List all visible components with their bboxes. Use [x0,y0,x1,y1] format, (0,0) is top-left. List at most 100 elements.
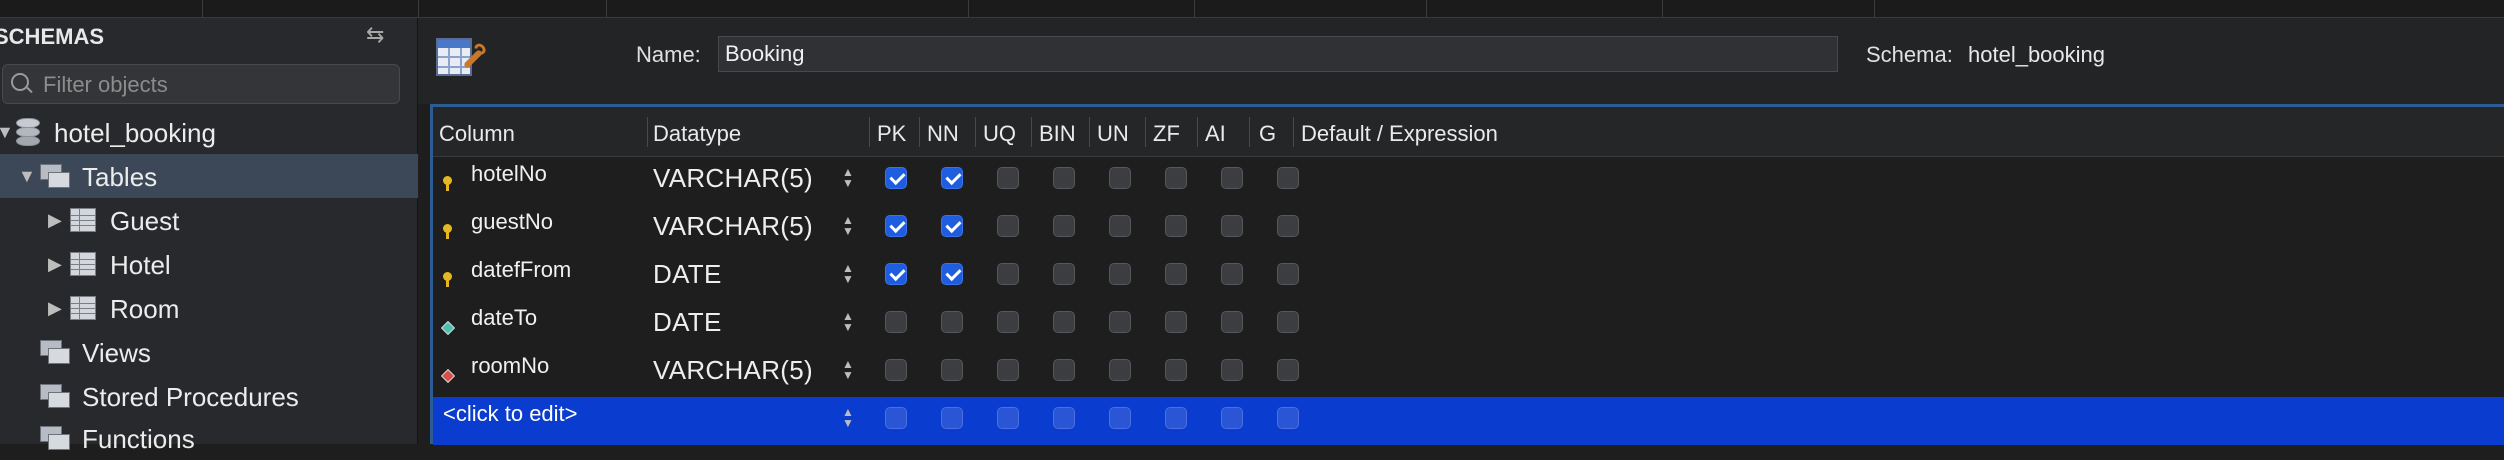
tree-item-functions[interactable]: Functions [0,416,418,460]
bin-checkbox[interactable] [1053,167,1075,189]
nn-checkbox[interactable] [941,359,963,381]
tree-item-guest[interactable]: ▶ Guest [0,198,418,242]
header-un[interactable]: UN [1097,121,1129,147]
header-bin[interactable]: BIN [1039,121,1076,147]
ai-checkbox[interactable] [1221,311,1243,333]
g-checkbox[interactable] [1277,359,1299,381]
tree-item-stored-procedures[interactable]: Stored Procedures [0,374,418,418]
disclosure-collapsed-icon[interactable]: ▶ [48,298,62,319]
bin-checkbox[interactable] [1053,359,1075,381]
pk-checkbox[interactable] [885,311,907,333]
table-name-input[interactable] [718,36,1838,72]
filter-objects-input[interactable] [41,71,385,99]
bin-checkbox[interactable] [1053,311,1075,333]
un-checkbox[interactable] [1109,215,1131,237]
column-row[interactable]: hotelNo VARCHAR(5) ▲ ▼ [433,157,2504,205]
ai-checkbox[interactable] [1221,407,1243,429]
tree-item-views[interactable]: Views [0,330,418,374]
column-name[interactable]: datefFrom [471,257,571,283]
bin-checkbox[interactable] [1053,215,1075,237]
header-datatype[interactable]: Datatype [653,121,741,147]
column-row[interactable]: guestNo VARCHAR(5) ▲ ▼ [433,205,2504,253]
column-datatype[interactable]: VARCHAR(5) [653,163,813,194]
uq-checkbox[interactable] [997,311,1019,333]
toggle-sidebar-icon[interactable]: ⇆ [366,22,384,48]
pk-checkbox[interactable] [885,359,907,381]
new-column-row[interactable]: <click to edit> ▲ ▼ [433,397,2504,445]
column-row[interactable]: datefFrom DATE ▲ ▼ [433,253,2504,301]
column-datatype[interactable]: DATE [653,259,722,290]
tree-item-room[interactable]: ▶ Room [0,286,418,330]
un-checkbox[interactable] [1109,263,1131,285]
nn-checkbox[interactable] [941,263,963,285]
zf-checkbox[interactable] [1165,215,1187,237]
ai-checkbox[interactable] [1221,215,1243,237]
zf-checkbox[interactable] [1165,263,1187,285]
header-default-expression[interactable]: Default / Expression [1301,121,1498,147]
disclosure-expanded-icon[interactable]: ▼ [0,122,14,143]
editor-tab-strip[interactable] [0,0,2504,18]
pk-checkbox[interactable] [885,407,907,429]
un-checkbox[interactable] [1109,311,1131,333]
ai-checkbox[interactable] [1221,359,1243,381]
datatype-stepper-icon[interactable]: ▲ ▼ [841,214,855,243]
uq-checkbox[interactable] [997,167,1019,189]
zf-checkbox[interactable] [1165,311,1187,333]
nn-checkbox[interactable] [941,215,963,237]
g-checkbox[interactable] [1277,215,1299,237]
g-checkbox[interactable] [1277,407,1299,429]
column-row[interactable]: dateTo DATE ▲ ▼ [433,301,2504,349]
column-datatype[interactable]: DATE [653,307,722,338]
uq-checkbox[interactable] [997,215,1019,237]
ai-checkbox[interactable] [1221,263,1243,285]
header-ai[interactable]: AI [1205,121,1226,147]
g-checkbox[interactable] [1277,263,1299,285]
pk-checkbox[interactable] [885,167,907,189]
g-checkbox[interactable] [1277,311,1299,333]
tree-item-tables[interactable]: ▼ Tables [0,154,418,198]
un-checkbox[interactable] [1109,359,1131,381]
column-name[interactable]: guestNo [471,209,553,235]
header-pk[interactable]: PK [877,121,906,147]
header-g[interactable]: G [1259,121,1276,147]
column-row[interactable]: roomNo VARCHAR(5) ▲ ▼ [433,349,2504,397]
uq-checkbox[interactable] [997,407,1019,429]
disclosure-expanded-icon[interactable]: ▼ [18,166,36,187]
nn-checkbox[interactable] [941,167,963,189]
nn-checkbox[interactable] [941,407,963,429]
uq-checkbox[interactable] [997,263,1019,285]
disclosure-collapsed-icon[interactable]: ▶ [48,254,62,275]
column-datatype[interactable]: VARCHAR(5) [653,211,813,242]
header-zf[interactable]: ZF [1153,121,1180,147]
bin-checkbox[interactable] [1053,407,1075,429]
tree-item-hotel-booking[interactable]: ▼ hotel_booking [0,110,418,154]
un-checkbox[interactable] [1109,167,1131,189]
uq-checkbox[interactable] [997,359,1019,381]
tree-item-hotel[interactable]: ▶ Hotel [0,242,418,286]
datatype-stepper-icon[interactable]: ▲ ▼ [841,358,855,387]
column-name[interactable]: roomNo [471,353,549,379]
bin-checkbox[interactable] [1053,263,1075,285]
zf-checkbox[interactable] [1165,359,1187,381]
header-nn[interactable]: NN [927,121,959,147]
click-to-edit-placeholder[interactable]: <click to edit> [443,401,578,427]
un-checkbox[interactable] [1109,407,1131,429]
disclosure-collapsed-icon[interactable]: ▶ [48,210,62,231]
datatype-stepper-icon[interactable]: ▲ ▼ [841,406,855,435]
header-uq[interactable]: UQ [983,121,1016,147]
ai-checkbox[interactable] [1221,167,1243,189]
pk-checkbox[interactable] [885,263,907,285]
datatype-stepper-icon[interactable]: ▲ ▼ [841,262,855,291]
pk-checkbox[interactable] [885,215,907,237]
filter-objects-box[interactable] [2,64,400,104]
zf-checkbox[interactable] [1165,407,1187,429]
g-checkbox[interactable] [1277,167,1299,189]
datatype-stepper-icon[interactable]: ▲ ▼ [841,166,855,195]
column-name[interactable]: dateTo [471,305,537,331]
header-column[interactable]: Column [439,121,515,147]
zf-checkbox[interactable] [1165,167,1187,189]
columns-grid[interactable]: Column Datatype PK NN UQ BIN UN ZF AI G … [430,104,2504,445]
column-datatype[interactable]: VARCHAR(5) [653,355,813,386]
nn-checkbox[interactable] [941,311,963,333]
datatype-stepper-icon[interactable]: ▲ ▼ [841,310,855,339]
